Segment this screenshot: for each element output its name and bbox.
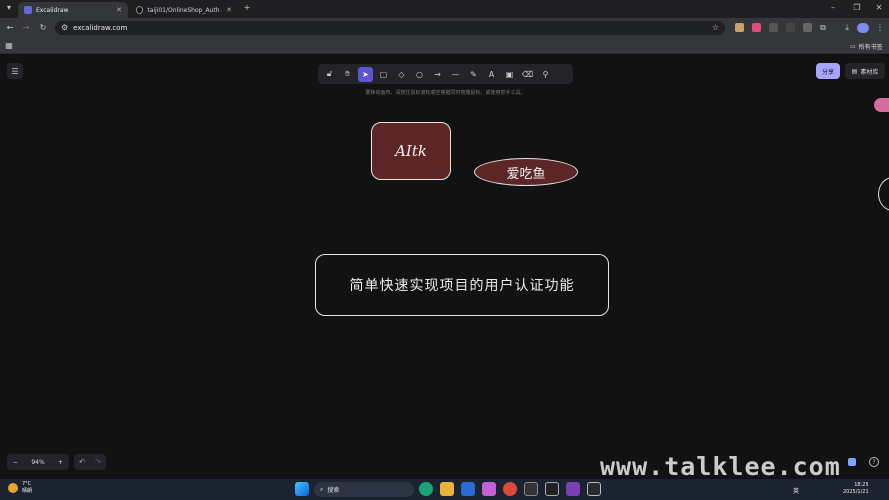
arrow-tool-icon[interactable]: → (430, 67, 445, 82)
reload-icon[interactable]: ↻ (38, 24, 48, 32)
watermark: www.talklee.com (600, 452, 841, 481)
address-bar[interactable]: ⚙ excalidraw.com ☆ (55, 21, 725, 35)
tab-github[interactable]: taiji01/OnlineShop_Auth at r ✕ (130, 2, 238, 18)
weather-temp: 7°C (22, 481, 32, 487)
weather-desc: 晴朗 (22, 488, 33, 494)
tab-label: taiji01/OnlineShop_Auth at r (147, 6, 222, 14)
tab-excalidraw[interactable]: Excalidraw ✕ (18, 2, 128, 18)
clock[interactable]: 18:25 2025/1/21 (843, 482, 869, 496)
url-text: excalidraw.com (73, 24, 128, 32)
diamond-tool-icon[interactable]: ◇ (394, 67, 409, 82)
edge-icon[interactable] (419, 482, 433, 496)
windows-start-icon[interactable] (295, 482, 309, 496)
line-tool-icon[interactable]: — (448, 67, 463, 82)
extension-icon[interactable] (803, 23, 812, 32)
zoom-out-button[interactable]: − (13, 459, 18, 466)
app-icon[interactable] (482, 482, 496, 496)
rectangle-tool-icon[interactable]: ▢ (376, 67, 391, 82)
terminal-icon[interactable] (545, 482, 559, 496)
github-favicon-icon (136, 6, 144, 14)
clock-date: 2025/1/21 (843, 489, 869, 495)
chrome-icon[interactable] (503, 482, 517, 496)
zoom-in-button[interactable]: + (58, 459, 63, 466)
canvas-hint: 要移动画布，请按住鼠标滚轮或空格键同时拖拽鼠标，或使用抓手工具。 (365, 90, 526, 96)
site-info-icon[interactable]: ⚙ (61, 24, 68, 32)
selection-tool-icon[interactable]: ➤ (358, 66, 373, 82)
canvas-shape-aitk[interactable]: AItk (371, 122, 451, 180)
search-icon: ⌕ (320, 485, 324, 493)
lock-icon[interactable]: 🔓︎ (322, 67, 337, 82)
library-label: 素材库 (860, 68, 879, 76)
restore-icon[interactable]: ❐ (852, 4, 862, 12)
hand-tool-icon[interactable]: ✋︎ (340, 67, 355, 82)
excalidraw-favicon-icon (24, 6, 32, 14)
close-tab-icon[interactable]: ✕ (116, 6, 122, 14)
folder-label: 所有书签 (858, 44, 883, 51)
history-control: ↶ ↷ (74, 454, 106, 470)
bookmarks-bar: ▦ ▭ 所有书签 (0, 38, 889, 54)
pencil-tool-icon[interactable]: ✎ (466, 67, 481, 82)
more-tools-icon[interactable]: ⚲ (538, 67, 553, 82)
all-bookmarks-folder[interactable]: ▭ 所有书签 (850, 42, 883, 51)
weather-icon (8, 483, 18, 493)
undo-icon[interactable]: ↶ (79, 458, 85, 466)
extensions-icon[interactable]: ⧉ (818, 24, 828, 32)
tab-strip: ▾ Excalidraw ✕ taiji01/OnlineShop_Auth a… (0, 0, 889, 18)
extension-icon[interactable] (735, 23, 744, 32)
side-avatar[interactable] (874, 98, 889, 112)
new-tab-icon[interactable]: + (242, 4, 252, 12)
zoom-level[interactable]: 94% (31, 459, 44, 466)
text-tool-icon[interactable]: A (484, 67, 499, 82)
clock-time: 18:25 (854, 482, 869, 488)
folder-icon: ▭ (850, 43, 856, 50)
canvas-shape-fish[interactable]: 爱吃鱼 (474, 158, 578, 186)
close-window-icon[interactable]: ✕ (874, 4, 884, 12)
canvas-shape-title[interactable]: 简单快速实现项目的用户认证功能 (315, 254, 609, 316)
eraser-tool-icon[interactable]: ⌫ (520, 67, 535, 82)
apps-grid-icon[interactable]: ▦ (5, 42, 13, 50)
tab-label: Excalidraw (36, 6, 69, 14)
profile-avatar[interactable] (857, 23, 869, 33)
extension-icon[interactable] (752, 23, 761, 32)
app-icon[interactable] (461, 482, 475, 496)
tab-search-icon[interactable]: ▾ (4, 4, 14, 14)
bookmark-star-icon[interactable]: ☆ (712, 24, 719, 32)
search-label: 搜索 (327, 487, 340, 494)
minimize-icon[interactable]: – (828, 4, 838, 12)
zoom-control: − 94% + (7, 454, 69, 470)
share-button[interactable]: 分享 (816, 63, 840, 79)
library-button[interactable]: ▤ 素材库 (845, 63, 885, 79)
download-icon[interactable]: ⤓ (842, 24, 852, 32)
lang-indicator[interactable]: 英 (793, 486, 799, 495)
file-explorer-icon[interactable] (440, 482, 454, 496)
forward-icon[interactable]: → (21, 24, 31, 32)
library-icon: ▤ (851, 67, 858, 75)
image-tool-icon[interactable]: ▣ (502, 67, 517, 82)
extension-icon[interactable] (769, 23, 778, 32)
extension-icons (735, 23, 812, 32)
back-icon[interactable]: ← (5, 24, 15, 32)
weather-widget[interactable]: 7°C 晴朗 (8, 481, 32, 495)
ellipse-tool-icon[interactable]: ○ (412, 67, 427, 82)
browser-menu-icon[interactable]: ⋮ (876, 24, 884, 32)
extension-icon[interactable] (786, 23, 795, 32)
app-icon[interactable] (587, 482, 601, 496)
shield-icon (848, 458, 856, 466)
onenote-icon[interactable] (566, 482, 580, 496)
shape-toolbar: 🔓︎ ✋︎ ➤ ▢ ◇ ○ → — ✎ A ▣ ⌫ ⚲ (318, 64, 573, 84)
app-icon[interactable] (524, 482, 538, 496)
close-tab-icon[interactable]: ✕ (226, 6, 232, 14)
redo-icon[interactable]: ↷ (95, 458, 101, 466)
main-menu-button[interactable]: ☰ (7, 63, 23, 79)
taskbar-search[interactable]: ⌕ 搜索 (314, 482, 414, 497)
help-icon[interactable]: ? (869, 457, 879, 467)
